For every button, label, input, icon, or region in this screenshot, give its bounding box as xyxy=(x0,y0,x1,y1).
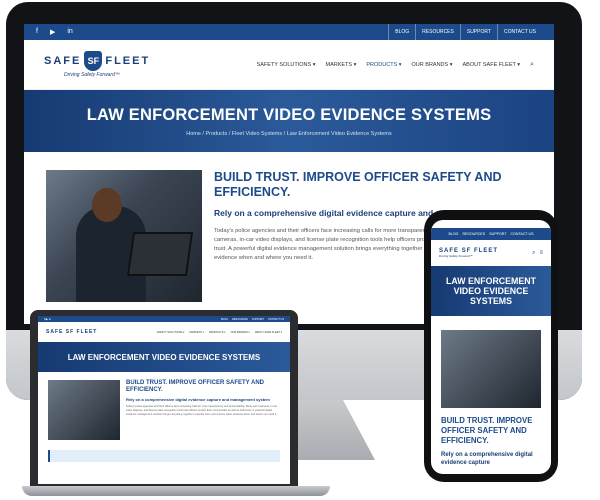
phone-search-icon[interactable]: ⌕ xyxy=(532,250,535,257)
hamburger-menu-icon[interactable]: ≡ xyxy=(539,250,543,257)
youtube-icon[interactable]: ▶ xyxy=(50,28,55,36)
linkedin-icon[interactable]: in xyxy=(67,28,72,36)
laptop-paragraph: Today's police agencies and their office… xyxy=(126,405,278,416)
social-links: f ▶ in xyxy=(36,28,73,36)
laptop-nav-markets[interactable]: MARKETS ▾ xyxy=(189,331,204,334)
site-logo[interactable]: SAFE SF FLEET Driving Safety Forward™ xyxy=(44,51,150,78)
resources-link[interactable]: RESOURCES xyxy=(415,24,460,40)
logo-fleet: FLEET xyxy=(105,55,151,67)
facebook-icon[interactable]: f xyxy=(36,28,38,36)
nav-item-about[interactable]: ABOUT SAFE FLEET ▾ xyxy=(463,62,521,68)
phone-tagline: Driving Safety Forward™ xyxy=(439,254,473,258)
laptop-screen: f ▶ in BLOG RESOURCES SUPPORT CONTACT US… xyxy=(38,316,290,484)
phone-support-link[interactable]: SUPPORT xyxy=(489,232,506,236)
officer-head xyxy=(92,188,122,222)
laptop-blog-link[interactable]: BLOG xyxy=(221,318,228,321)
phone-hero: LAW ENFORCEMENT VIDEO EVIDENCE SYSTEMS xyxy=(431,266,551,316)
content-heading: BUILD TRUST. IMPROVE OFFICER SAFETY AND … xyxy=(214,170,502,199)
hero-banner: LAW ENFORCEMENT VIDEO EVIDENCE SYSTEMS H… xyxy=(24,90,554,152)
officer-photo xyxy=(46,170,202,302)
logo-tagline: Driving Safety Forward™ xyxy=(64,72,120,78)
phone-subheading: Rely on a comprehensive digital evidence… xyxy=(441,452,533,466)
laptop-heading: BUILD TRUST. IMPROVE OFFICER SAFETY AND … xyxy=(126,380,265,393)
phone-resources-link[interactable]: RESOURCES xyxy=(462,232,485,236)
page-title: LAW ENFORCEMENT VIDEO EVIDENCE SYSTEMS xyxy=(86,105,492,124)
laptop-content: BUILD TRUST. IMPROVE OFFICER SAFETY AND … xyxy=(38,372,290,448)
laptop-hero: LAW ENFORCEMENT VIDEO EVIDENCE SYSTEMS xyxy=(38,342,290,372)
laptop-contact-link[interactable]: CONTACT US xyxy=(268,318,284,321)
top-bar: f ▶ in BLOG RESOURCES SUPPORT CONTACT US xyxy=(24,24,554,40)
search-icon[interactable]: ⌕ xyxy=(530,61,534,69)
laptop-nav-about[interactable]: ABOUT SAFE FLEET ▾ xyxy=(255,331,282,334)
phone-heading: BUILD TRUST. IMPROVE OFFICER SAFETY AND … xyxy=(441,416,533,445)
laptop-nav-products[interactable]: PRODUCTS ▾ xyxy=(209,331,226,334)
contact-us-link[interactable]: CONTACT US xyxy=(496,24,542,40)
main-nav: SAFE SF FLEET Driving Safety Forward™ SA… xyxy=(24,40,554,90)
laptop-officer-photo xyxy=(48,380,120,440)
phone-nav: SAFE SF FLEET Driving Safety Forward™ ⌕ … xyxy=(431,240,551,266)
phone-logo[interactable]: SAFE SF FLEET Driving Safety Forward™ xyxy=(439,248,498,258)
phone-screen: BLOG RESOURCES SUPPORT CONTACT US SAFE S… xyxy=(431,220,551,474)
phone-page-title: LAW ENFORCEMENT VIDEO EVIDENCE SYSTEMS xyxy=(446,276,536,306)
blog-link[interactable]: BLOG xyxy=(388,24,415,40)
laptop-support-link[interactable]: SUPPORT xyxy=(252,318,264,321)
laptop-nav: SAFE SF FLEET SAFETY SOLUTIONS ▾ MARKETS… xyxy=(38,322,290,342)
nav-item-our-brands[interactable]: OUR BRANDS ▾ xyxy=(412,62,453,68)
phone-contact-link[interactable]: CONTACT US xyxy=(511,232,534,236)
laptop-base xyxy=(22,486,330,496)
utility-links: BLOG RESOURCES SUPPORT CONTACT US xyxy=(388,24,542,40)
laptop-quote-box xyxy=(48,450,280,462)
phone-top-bar: BLOG RESOURCES SUPPORT CONTACT US xyxy=(431,228,551,240)
laptop-resources-link[interactable]: RESOURCES xyxy=(232,318,248,321)
laptop-logo[interactable]: SAFE SF FLEET xyxy=(46,329,97,335)
nav-item-markets[interactable]: MARKETS ▾ xyxy=(325,62,356,68)
laptop-nav-safety[interactable]: SAFETY SOLUTIONS ▾ xyxy=(157,331,185,334)
shield-logo-icon: SF xyxy=(84,51,103,71)
phone-blog-link[interactable]: BLOG xyxy=(448,232,458,236)
rugged-laptop-image xyxy=(126,232,194,276)
phone-officer-photo xyxy=(441,330,541,408)
laptop-social-icons: f ▶ in xyxy=(44,317,52,321)
laptop-page-title: LAW ENFORCEMENT VIDEO EVIDENCE SYSTEMS xyxy=(67,352,261,362)
laptop-subheading: Rely on a comprehensive digital evidence… xyxy=(126,397,270,402)
nav-item-products[interactable]: PRODUCTS ▾ xyxy=(366,62,401,68)
breadcrumb[interactable]: Home / Products / Fleet Video Systems / … xyxy=(186,131,392,137)
primary-menu: SAFETY SOLUTIONS ▾ MARKETS ▾ PRODUCTS ▾ … xyxy=(257,61,534,69)
laptop-nav-brands[interactable]: OUR BRANDS ▾ xyxy=(231,331,250,334)
logo-safe: SAFE xyxy=(44,55,82,67)
nav-item-safety-solutions[interactable]: SAFETY SOLUTIONS ▾ xyxy=(257,62,316,68)
support-link[interactable]: SUPPORT xyxy=(459,24,497,40)
